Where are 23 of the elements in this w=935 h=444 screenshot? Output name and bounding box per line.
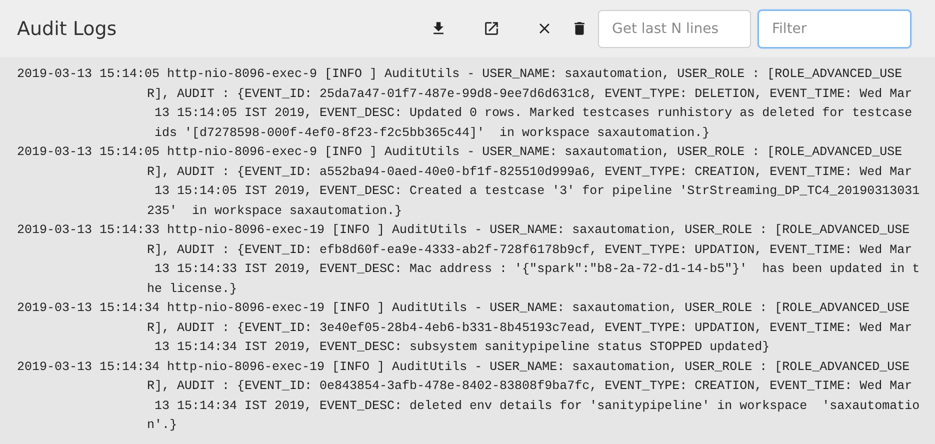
log-line: n'.} [146,417,178,434]
line-count-field[interactable]: Get last N lines [598,10,751,48]
log-line: R], AUDIT : {EVENT_ID: 0e843854-3afb-478e-8402-83808f9ba7fc, EVENT_TYPE: CREATION, EVENT_TIME: Wed Mar [146,378,914,395]
open-in-new-icon[interactable] [482,20,500,37]
filter-field[interactable]: Filter [758,10,911,48]
log-line: 2019-03-13 15:14:05 http-nio-8096-exec-9 [INFO ] AuditUtils - USER_NAME: saxautomation, USER_ROLE : [ROLE_ADVANCED_USE [17,66,904,83]
log-line: R], AUDIT : {EVENT_ID: 25da7a47-01f7-487e-99d8-9ee7d6d631c8, EVENT_TYPE: DELETION, EVENT_TIME: Wed Mar [146,86,914,102]
log-line: 2019-03-13 15:14:05 http-nio-8096-exec-9 [INFO ] AuditUtils - USER_NAME: saxautomation, USER_ROLE : [ROLE_ADVANCED_USE [17,144,904,161]
log-line: 13 15:14:05 IST 2019, EVENT_DESC: Created a testcase '3' for pipeline 'StrStreaming_DP_TC4_20190313031 [154,183,921,200]
log-line: 13 15:14:33 IST 2019, EVENT_DESC: Mac address : '{"spark":"b8-2a-72-d1-14-b5"}' has been updated in t [154,261,921,278]
log-line: 2019-03-13 15:14:33 http-nio-8096-exec-19 [INFO ] AuditUtils - USER_NAME: saxautomation, USER_ROLE : [ROLE_ADVANCED_USE [17,222,911,239]
log-line: 2019-03-13 15:14:34 http-nio-8096-exec-19 [INFO ] AuditUtils - USER_NAME: saxautomation, USER_ROLE : [ROLE_ADVANCED_USE [17,300,911,317]
page-title: Audit Logs [17,18,118,40]
log-line: 235' in workspace saxautomation.} [146,202,404,220]
log-line: he license.} [146,280,238,298]
log-line: ids '[d7278598-000f-4ef0-8f23-f2c5bb365c44]' in workspace saxautomation.} [154,124,711,142]
log-line: R], AUDIT : {EVENT_ID: efb8d60f-ea9e-4333-ab2f-728f6178b9cf, EVENT_TYPE: UPDATION, EVENT_TIME: Wed Mar [146,242,914,258]
log-line: 2019-03-13 15:14:34 http-nio-8096-exec-19 [INFO ] AuditUtils - USER_NAME: saxautomation, USER_ROLE : [ROLE_ADVANCED_USE [17,358,911,376]
log-line: 13 15:14:34 IST 2019, EVENT_DESC: deleted env details for 'sanitypipeline' in workspace 'saxautomatio [154,398,921,414]
log-line: R], AUDIT : {EVENT_ID: a552ba94-0aed-40e0-bf1f-825510d999a6, EVENT_TYPE: CREATION, EVENT_TIME: Wed Mar [146,164,914,180]
log-line: 13 15:14:34 IST 2019, EVENT_DESC: subsystem sanitypipeline status STOPPED updated} [154,339,771,356]
log-line: R], AUDIT : {EVENT_ID: 3e40ef05-28b4-4eb6-b331-8b45193c7ead, EVENT_TYPE: UPDATION, EVENT_TIME: Wed Mar [146,320,914,336]
log-line: 13 15:14:05 IST 2019, EVENT_DESC: Updated 0 rows. Marked testcases runhistory as deleted for testcase [154,105,914,122]
